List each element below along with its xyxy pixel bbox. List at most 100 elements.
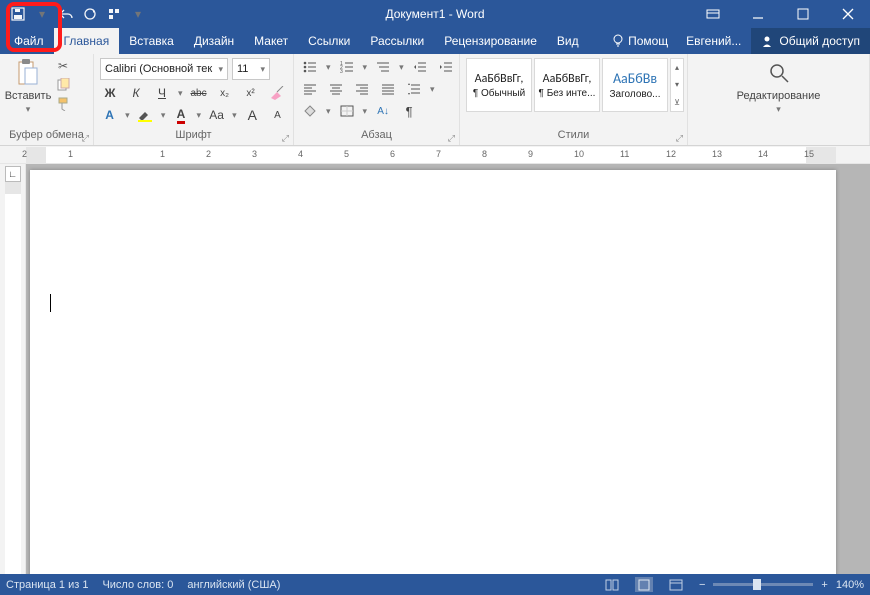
tab-file[interactable]: Файл	[4, 28, 54, 54]
format-painter-icon[interactable]	[54, 96, 72, 112]
subscript-button[interactable]: x₂	[215, 84, 235, 102]
align-center-icon[interactable]	[326, 80, 346, 98]
lightbulb-icon	[612, 34, 624, 48]
chevron-down-icon: ▾	[776, 104, 781, 115]
user-name[interactable]: Евгений...	[676, 28, 751, 54]
bullets-icon[interactable]	[300, 58, 320, 76]
undo-icon[interactable]	[58, 6, 74, 22]
strikethrough-button[interactable]: abc	[189, 84, 209, 102]
zoom-out-button[interactable]: −	[699, 579, 705, 591]
group-styles: АаБбВвГг, ¶ Обычный АаБбВвГг, ¶ Без инте…	[460, 54, 688, 145]
styles-gallery: АаБбВвГг, ¶ Обычный АаБбВвГг, ¶ Без инте…	[466, 58, 684, 112]
increase-indent-icon[interactable]	[436, 58, 456, 76]
font-name-combo[interactable]: Calibri (Основной тек▾	[100, 58, 228, 80]
print-layout-icon[interactable]	[635, 577, 653, 592]
font-color-icon[interactable]: A	[171, 106, 190, 124]
qat-customize-icon[interactable]: ▾	[130, 6, 146, 22]
dialog-launcher-icon[interactable]: ⤢	[448, 133, 455, 144]
group-styles-label: Стили⤢	[460, 129, 687, 145]
chevron-down-icon[interactable]: ▾	[178, 88, 183, 99]
grow-font-button[interactable]: A	[243, 106, 262, 124]
line-spacing-icon[interactable]	[404, 80, 424, 98]
group-editing-label	[688, 129, 869, 145]
help-label: Помощ	[628, 34, 668, 48]
tab-review[interactable]: Рецензирование	[434, 28, 547, 54]
numbering-icon[interactable]: 123	[337, 58, 357, 76]
tab-view[interactable]: Вид	[547, 28, 589, 54]
maximize-icon[interactable]	[780, 0, 825, 28]
close-icon[interactable]	[825, 0, 870, 28]
style-normal[interactable]: АаБбВвГг, ¶ Обычный	[466, 58, 532, 112]
touch-mode-icon[interactable]	[106, 6, 122, 22]
web-layout-icon[interactable]	[667, 577, 685, 592]
underline-button[interactable]: Ч	[152, 84, 172, 102]
tab-insert[interactable]: Вставка	[119, 28, 184, 54]
change-case-button[interactable]: Aa	[207, 106, 226, 124]
group-paragraph-label: Абзац⤢	[294, 129, 459, 145]
group-font-label: Шрифт⤢	[94, 129, 293, 145]
ribbon: Вставить ▾ ✂ Буфер обмена⤢ Calibri (Осно…	[0, 54, 870, 146]
style-name: ¶ Без инте...	[539, 88, 596, 99]
style-heading1[interactable]: АаБбВв Заголово...	[602, 58, 668, 112]
group-clipboard: Вставить ▾ ✂ Буфер обмена⤢	[0, 54, 94, 145]
justify-icon[interactable]	[378, 80, 398, 98]
status-language[interactable]: английский (США)	[187, 579, 280, 591]
document-area[interactable]	[26, 164, 870, 574]
window-title: Документ1 - Word	[385, 7, 484, 21]
tab-design[interactable]: Дизайн	[184, 28, 244, 54]
tab-selector-icon[interactable]: ∟	[5, 166, 21, 182]
read-mode-icon[interactable]	[603, 577, 621, 592]
window-controls	[690, 0, 870, 28]
text-effects-icon[interactable]: A	[100, 106, 119, 124]
font-size-combo[interactable]: 11▾	[232, 58, 270, 80]
status-page[interactable]: Страница 1 из 1	[6, 579, 88, 591]
align-right-icon[interactable]	[352, 80, 372, 98]
status-word-count[interactable]: Число слов: 0	[102, 579, 173, 591]
decrease-indent-icon[interactable]	[410, 58, 430, 76]
ruler-vertical[interactable]: ∟	[0, 164, 26, 574]
save-icon[interactable]	[10, 6, 26, 22]
tab-mailings[interactable]: Рассылки	[360, 28, 434, 54]
sort-icon[interactable]: A↓	[373, 102, 393, 120]
dialog-launcher-icon[interactable]: ⤢	[676, 133, 683, 144]
copy-icon[interactable]	[54, 77, 72, 93]
show-marks-icon[interactable]: ¶	[399, 102, 419, 120]
tab-references[interactable]: Ссылки	[298, 28, 360, 54]
status-bar: Страница 1 из 1 Число слов: 0 английский…	[0, 574, 870, 595]
zoom-in-button[interactable]: +	[821, 579, 827, 591]
paste-icon	[13, 58, 43, 88]
share-button[interactable]: Общий доступ	[751, 28, 870, 54]
bold-button[interactable]: Ж	[100, 84, 120, 102]
workspace: ∟	[0, 164, 870, 574]
find-icon	[764, 58, 794, 88]
ribbon-display-options-icon[interactable]	[690, 0, 735, 28]
multilevel-list-icon[interactable]	[373, 58, 393, 76]
ruler-horizontal[interactable]: 21123456789101112131415	[0, 146, 870, 164]
superscript-button[interactable]: x²	[241, 84, 261, 102]
align-left-icon[interactable]	[300, 80, 320, 98]
editing-button[interactable]: Редактирование ▾	[734, 58, 824, 115]
italic-button[interactable]: К	[126, 84, 146, 102]
dialog-launcher-icon[interactable]: ⤢	[82, 133, 89, 144]
repeat-icon[interactable]	[82, 6, 98, 22]
highlight-color-icon[interactable]	[136, 106, 155, 124]
paste-button[interactable]: Вставить ▾	[6, 58, 50, 115]
person-icon	[761, 35, 773, 47]
cut-icon[interactable]: ✂	[54, 58, 72, 74]
qat-dropdown-icon[interactable]: ▾	[34, 6, 50, 22]
tell-me-help[interactable]: Помощ	[604, 28, 676, 54]
page[interactable]	[30, 170, 836, 574]
shrink-font-button[interactable]: A	[268, 106, 287, 124]
zoom-level[interactable]: 140%	[836, 579, 864, 591]
svg-text:3: 3	[340, 69, 343, 73]
style-no-spacing[interactable]: АаБбВвГг, ¶ Без инте...	[534, 58, 600, 112]
zoom-slider[interactable]	[713, 583, 813, 586]
borders-icon[interactable]	[337, 102, 357, 120]
tab-home[interactable]: Главная	[54, 28, 120, 54]
dialog-launcher-icon[interactable]: ⤢	[282, 133, 289, 144]
minimize-icon[interactable]	[735, 0, 780, 28]
clear-formatting-icon[interactable]	[267, 84, 287, 102]
styles-gallery-more[interactable]: ▴▾⊻	[670, 58, 684, 112]
tab-layout[interactable]: Макет	[244, 28, 298, 54]
shading-icon[interactable]	[300, 102, 320, 120]
